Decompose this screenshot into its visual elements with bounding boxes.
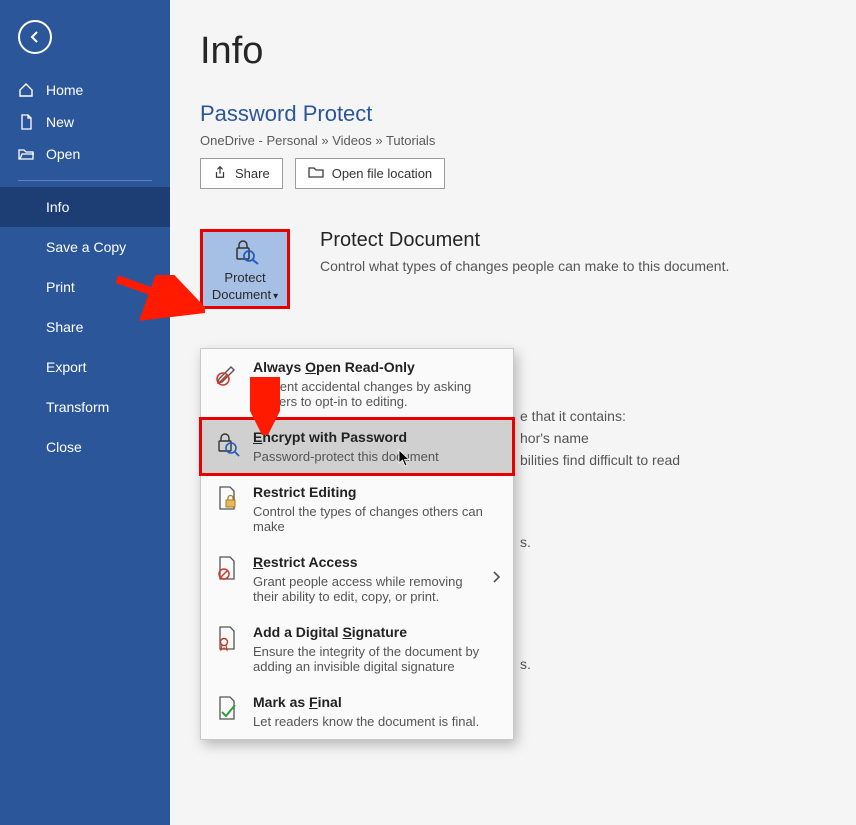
menu-item-title: Encrypt with Password	[253, 429, 407, 445]
sidebar-item-label: New	[46, 114, 74, 130]
open-location-label: Open file location	[332, 166, 432, 181]
sidebar-item-label: Export	[46, 359, 86, 375]
menu-item-title: Restrict Access	[253, 554, 358, 570]
share-button[interactable]: Share	[200, 158, 283, 189]
sidebar-item-close[interactable]: Close	[0, 427, 170, 467]
menu-item-always-open-read-only[interactable]: Always Open Read-Only Prevent accidental…	[201, 349, 513, 419]
sidebar-item-home[interactable]: Home	[0, 74, 170, 106]
back-button[interactable]	[18, 20, 52, 54]
menu-item-restrict-editing[interactable]: Restrict Editing Control the types of ch…	[201, 474, 513, 544]
document-ribbon-icon	[213, 624, 241, 652]
sidebar-item-label: Info	[46, 199, 69, 215]
protect-document-dropdown: Always Open Read-Only Prevent accidental…	[200, 348, 514, 740]
word-backstage-info: P Home New	[0, 0, 856, 825]
menu-item-description: Ensure the integrity of the document by …	[253, 644, 501, 674]
sidebar-item-export[interactable]: Export	[0, 347, 170, 387]
protect-heading: Protect Document	[320, 229, 729, 252]
sidebar-secondary: Info Save a Copy Print Share Export Tran…	[0, 187, 170, 467]
protect-description: Control what types of changes people can…	[320, 258, 729, 274]
protect-section-row: Protect Document▾ Protect Document Contr…	[200, 229, 856, 309]
sidebar-item-label: Share	[46, 319, 83, 335]
breadcrumb: OneDrive - Personal » Videos » Tutorials	[200, 133, 856, 148]
sidebar-item-label: Save a Copy	[46, 239, 126, 255]
partial-line: bilities find difficult to read	[520, 449, 680, 471]
home-icon	[18, 82, 34, 98]
protect-section-text: Protect Document Control what types of c…	[320, 229, 729, 274]
sidebar-divider	[18, 180, 152, 181]
menu-item-title: Always Open Read-Only	[253, 359, 415, 375]
menu-item-description: Grant people access while removing their…	[253, 574, 479, 604]
sidebar-item-label: Close	[46, 439, 82, 455]
sidebar-item-share[interactable]: Share	[0, 307, 170, 347]
menu-item-title: Mark as Final	[253, 694, 342, 710]
protect-button-label-line1: Protect	[224, 270, 265, 285]
sidebar-item-label: Home	[46, 82, 83, 98]
menu-item-description: Password-protect this document	[253, 449, 501, 464]
new-file-icon	[18, 114, 34, 130]
open-location-button[interactable]: Open file location	[295, 158, 445, 189]
menu-item-restrict-access[interactable]: Restrict Access Grant people access whil…	[201, 544, 513, 614]
document-title: Password Protect	[200, 101, 856, 127]
sidebar-item-info[interactable]: Info	[0, 187, 170, 227]
page-title: Info	[200, 30, 856, 73]
chevron-down-icon: ▾	[273, 291, 278, 302]
toolbar: Share Open file location	[200, 158, 856, 189]
sidebar-primary: Home New Open	[0, 74, 170, 170]
share-icon	[213, 165, 227, 182]
share-button-label: Share	[235, 166, 270, 181]
menu-item-encrypt-with-password[interactable]: Encrypt with Password Password-protect t…	[201, 419, 513, 474]
sidebar-item-print[interactable]: Print	[0, 267, 170, 307]
lock-search-icon	[230, 237, 260, 268]
inspect-document-partial-text: e that it contains: hor's name bilities …	[520, 405, 680, 675]
document-lock-icon	[213, 484, 241, 512]
lock-search-icon	[213, 429, 241, 457]
partial-line: s.	[520, 531, 680, 553]
document-block-icon	[213, 554, 241, 582]
back-arrow-icon	[28, 30, 42, 44]
sidebar-item-open[interactable]: Open	[0, 138, 170, 170]
document-check-icon	[213, 694, 241, 722]
open-folder-icon	[18, 146, 34, 162]
partial-line: hor's name	[520, 427, 680, 449]
partial-line: e that it contains:	[520, 405, 680, 427]
sidebar-item-transform[interactable]: Transform	[0, 387, 170, 427]
sidebar-item-label: Print	[46, 279, 75, 295]
menu-item-description: Control the types of changes others can …	[253, 504, 501, 534]
pencil-block-icon	[213, 359, 241, 387]
menu-item-title: Restrict Editing	[253, 484, 356, 500]
menu-item-description: Prevent accidental changes by asking rea…	[253, 379, 501, 409]
backstage-sidebar: Home New Open Info Save a Copy Print Sha…	[0, 0, 170, 825]
sidebar-item-new[interactable]: New	[0, 106, 170, 138]
protect-button-label-line2: Document	[212, 287, 271, 302]
folder-icon	[308, 165, 324, 182]
chevron-right-icon	[491, 570, 501, 589]
sidebar-item-label: Transform	[46, 399, 109, 415]
partial-line: s.	[520, 653, 680, 675]
menu-item-add-digital-signature[interactable]: Add a Digital Signature Ensure the integ…	[201, 614, 513, 684]
menu-item-description: Let readers know the document is final.	[253, 714, 501, 729]
sidebar-item-save-a-copy[interactable]: Save a Copy	[0, 227, 170, 267]
protect-document-button[interactable]: Protect Document▾	[200, 229, 290, 309]
menu-item-title: Add a Digital Signature	[253, 624, 407, 640]
menu-item-mark-as-final[interactable]: Mark as Final Let readers know the docum…	[201, 684, 513, 739]
sidebar-item-label: Open	[46, 146, 80, 162]
